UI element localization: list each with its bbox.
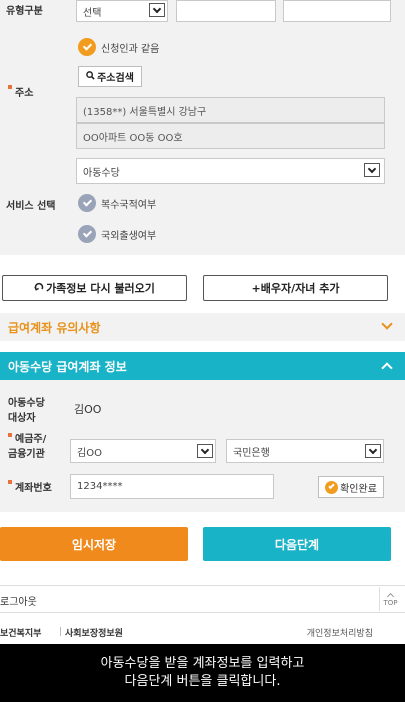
text-field-right[interactable] <box>283 0 391 22</box>
select-type[interactable]: 선택 <box>76 0 168 22</box>
beneficiary-value: 김OO <box>74 403 102 416</box>
verify-label: 확인완료 <box>340 483 377 495</box>
footer-links: 보건복지부 사회보장정보원 개인정보처리방침 <box>0 620 405 642</box>
address-form-area: 유형구분 선택 신청인과 같음 주소 주소검색 (1358**) 서울특별시 강… <box>0 0 405 255</box>
reload-family-label: 가족정보 다시 불러오기 <box>46 282 155 295</box>
account-number-value: 1234**** <box>77 481 123 492</box>
top-button[interactable]: TOP <box>379 587 401 611</box>
same-as-applicant-check[interactable]: 신청인과 같음 <box>78 38 159 56</box>
cut-off-label: 유형구분 <box>6 6 43 17</box>
reload-family-button[interactable]: 가족정보 다시 불러오기 <box>2 275 187 301</box>
search-icon <box>86 70 95 83</box>
account-number-label: 계좌번호 <box>8 479 52 494</box>
text-field-mid[interactable] <box>176 0 276 22</box>
account-info-section: 아동수당 대상자 김OO 예금주/ 금융기관 김OO 국민은행 계좌번호 123… <box>0 380 405 512</box>
foreign-birth-label: 국외출생여부 <box>101 230 157 242</box>
ministry-link[interactable]: 보건복지부 <box>0 626 41 639</box>
select-type-value: 선택 <box>83 7 102 19</box>
add-spouse-child-label: +배우자/자녀 추가 <box>251 282 340 295</box>
address-line1-value: (1358**) 서울특별시 강남구 <box>83 106 207 118</box>
account-notice-accordion[interactable]: 급여계좌 유의사항 <box>0 313 405 341</box>
footer-bar: 로그아웃 TOP <box>0 585 405 613</box>
address-line1-field[interactable]: (1358**) 서울특별시 강남구 <box>76 97 385 123</box>
chevron-up-icon <box>381 362 393 374</box>
caption-line2: 다음단계 버튼을 클릭합니다. <box>124 674 281 689</box>
holder-label: 예금주/ 금융기관 <box>8 433 47 460</box>
address-line2-field[interactable]: OO아파트 OO동 OO호 <box>76 123 385 149</box>
temp-save-label: 임시저장 <box>71 537 117 552</box>
privacy-link[interactable]: 개인정보처리방침 <box>307 626 373 639</box>
check-icon <box>78 38 96 56</box>
check-icon <box>325 480 339 494</box>
chevron-down-icon <box>149 3 165 17</box>
next-step-label: 다음단계 <box>274 537 320 552</box>
top-label: TOP <box>383 599 398 607</box>
multi-nationality-label: 복수국적여부 <box>101 199 157 211</box>
beneficiary-label: 아동수당 대상자 <box>8 398 45 424</box>
foreign-birth-check[interactable]: 국외출생여부 <box>78 225 156 243</box>
address-search-label: 주소검색 <box>97 73 134 84</box>
chevron-down-icon <box>364 163 380 177</box>
caption-line1: 아동수당을 받을 계좌정보를 입력하고 <box>100 656 305 671</box>
divider <box>60 627 61 636</box>
same-as-applicant-label: 신청인과 같음 <box>101 43 160 55</box>
address-label: 주소 <box>8 84 33 99</box>
bank-select[interactable]: 국민은행 <box>226 439 384 463</box>
holder-select-value: 김OO <box>77 447 102 459</box>
chevron-down-icon <box>365 444 381 458</box>
add-spouse-child-button[interactable]: +배우자/자녀 추가 <box>203 275 388 301</box>
ssis-link[interactable]: 사회보장정보원 <box>65 626 123 639</box>
account-info-title: 아동수당 급여계좌 정보 <box>8 359 127 374</box>
multi-nationality-check[interactable]: 복수국적여부 <box>78 194 156 212</box>
service-select[interactable]: 아동수당 <box>76 158 385 184</box>
address-search-button[interactable]: 주소검색 <box>78 66 142 87</box>
verify-button[interactable]: 확인완료 <box>318 476 384 498</box>
chevron-down-icon <box>381 318 393 330</box>
next-step-button[interactable]: 다음단계 <box>203 527 391 561</box>
logout-link[interactable]: 로그아웃 <box>0 593 37 608</box>
check-icon <box>78 225 96 243</box>
holder-select[interactable]: 김OO <box>70 439 216 463</box>
bank-select-value: 국민은행 <box>233 447 270 459</box>
account-info-accordion[interactable]: 아동수당 급여계좌 정보 <box>0 352 405 380</box>
account-notice-title: 급여계좌 유의사항 <box>8 320 101 335</box>
refresh-icon <box>34 282 44 295</box>
service-select-value: 아동수당 <box>83 167 120 179</box>
service-label: 서비스 선택 <box>6 201 56 212</box>
account-number-input[interactable]: 1234**** <box>70 474 274 499</box>
temp-save-button[interactable]: 임시저장 <box>0 527 188 561</box>
instruction-caption: 아동수당을 받을 계좌정보를 입력하고 다음단계 버튼을 클릭합니다. <box>0 644 405 702</box>
check-icon <box>78 194 96 212</box>
chevron-down-icon <box>197 444 213 458</box>
address-line2-value: OO아파트 OO동 OO호 <box>83 132 183 144</box>
